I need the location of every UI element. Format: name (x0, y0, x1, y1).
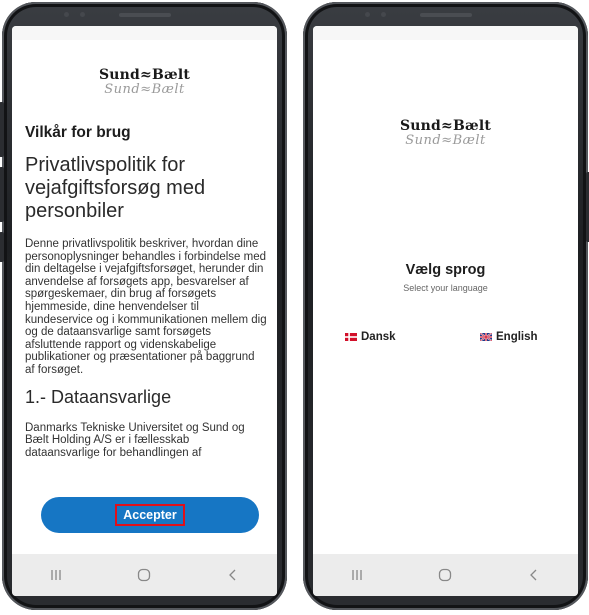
bixby-key (0, 232, 4, 262)
home-icon[interactable] (124, 560, 164, 590)
volume-up-key (0, 102, 4, 157)
brand-logo-line2: Sund≈Bælt (104, 82, 185, 97)
earpiece-speaker (118, 13, 171, 17)
uk-flag-icon (480, 333, 492, 341)
language-option-label: English (496, 331, 538, 343)
brand-logo: Sund≈Bælt Sund≈Bælt (12, 68, 277, 96)
accept-button[interactable]: Accepter (115, 504, 185, 526)
navigation-bar (313, 554, 578, 596)
scroll-fade (12, 466, 277, 486)
brand-logo-line1: Sund≈Bælt (98, 67, 191, 83)
language-option-danish[interactable]: Dansk (345, 331, 396, 343)
earpiece-speaker (419, 13, 472, 17)
status-bar (12, 26, 277, 40)
language-subtitle: Select your language (403, 283, 488, 293)
brand-logo: Sund≈Bælt Sund≈Bælt (313, 119, 578, 147)
terms-screen: Sund≈Bælt Sund≈Bælt Vilkår for brug Priv… (12, 26, 277, 596)
section-text: Danmarks Tekniske Universitet og Sund og… (25, 421, 245, 459)
terms-scroll-area[interactable]: Vilkår for brug Privatlivspolitik for ve… (25, 124, 267, 482)
privacy-title: Privatlivspolitik for vejafgiftsforsøg m… (25, 154, 206, 222)
language-option-label: Dansk (361, 331, 396, 343)
front-sensor (80, 12, 85, 17)
status-bar (313, 26, 578, 40)
navigation-bar (12, 554, 277, 596)
right-phone-frame: Sund≈Bælt Sund≈Bælt Vælg sprog Select yo… (303, 2, 589, 610)
language-title: Vælg sprog (405, 262, 486, 278)
language-screen: Sund≈Bælt Sund≈Bælt Vælg sprog Select yo… (313, 26, 578, 596)
front-sensor (381, 12, 386, 17)
brand-logo-line2: Sund≈Bælt (405, 133, 486, 148)
brand-logo-line1: Sund≈Bælt (399, 118, 492, 134)
recent-apps-icon[interactable] (337, 560, 377, 590)
front-sensor (64, 12, 69, 17)
back-icon[interactable] (514, 560, 554, 590)
back-icon[interactable] (213, 560, 253, 590)
accept-button-container[interactable]: Accepter (41, 497, 259, 533)
volume-down-key (0, 167, 4, 222)
front-sensor (365, 12, 370, 17)
privacy-intro-text: Denne privatlivspolitik beskriver, hvord… (25, 238, 267, 376)
recent-apps-icon[interactable] (36, 560, 76, 590)
section-heading: 1.- Dataansvarlige (25, 386, 172, 407)
terms-heading: Vilkår for brug (25, 124, 131, 141)
left-phone-frame: Sund≈Bælt Sund≈Bælt Vilkår for brug Priv… (0, 2, 287, 610)
language-option-english[interactable]: English (480, 331, 538, 343)
home-icon[interactable] (425, 560, 465, 590)
denmark-flag-icon (345, 333, 357, 341)
